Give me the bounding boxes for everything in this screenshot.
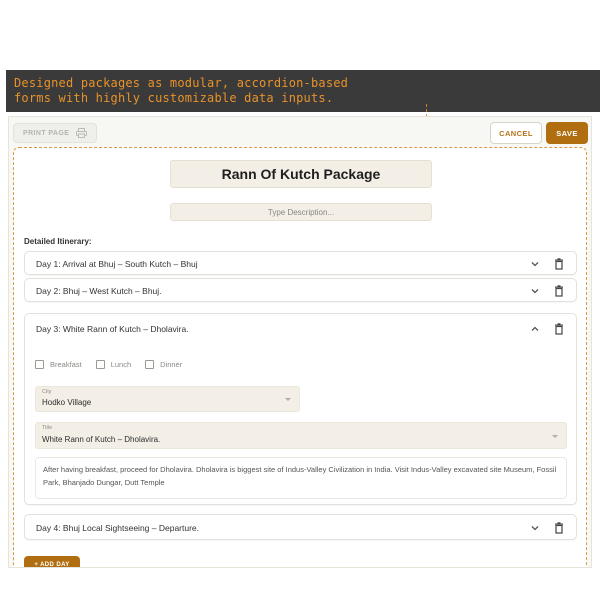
chevron-down-icon[interactable] (530, 259, 540, 269)
dinner-checkbox[interactable]: Dinner (145, 360, 182, 369)
city-field-label: City (42, 389, 52, 395)
day-title: Day 2: Bhuj – West Kutch – Bhuj. (36, 286, 162, 296)
annotation-callout: Designed packages as modular, accordion-… (6, 70, 600, 112)
checkbox-box[interactable] (145, 360, 155, 369)
day-title: Day 4: Bhuj Local Sightseeing – Departur… (36, 523, 200, 533)
checkbox-box[interactable] (35, 360, 44, 369)
package-description-field[interactable]: Type Description... (170, 203, 432, 221)
trash-icon[interactable] (554, 522, 564, 534)
title-field-label: Title (42, 425, 53, 431)
day-accordion-header[interactable]: Day 2: Bhuj – West Kutch – Bhuj. (25, 279, 576, 303)
caret-down-icon (285, 398, 291, 401)
printer-icon (76, 128, 87, 138)
trash-icon[interactable] (554, 285, 564, 297)
day-accordion-4[interactable]: Day 4: Bhuj Local Sightseeing – Departur… (24, 514, 577, 540)
print-page-label: PRINT PAGE (23, 129, 70, 137)
trash-icon[interactable] (554, 323, 564, 335)
print-page-button[interactable]: PRINT PAGE (13, 123, 97, 143)
meal-options: Breakfast Lunch Dinner (35, 360, 182, 369)
meal-label: Dinner (160, 360, 183, 369)
itinerary-heading: Detailed Itinerary: (24, 237, 92, 246)
annotation-line-2: forms with highly customizable data inpu… (14, 91, 334, 105)
annotation-line-1: Designed packages as modular, accordion-… (14, 76, 349, 90)
toolbar: PRINT PAGE CANCEL SAVE (9, 117, 591, 147)
chevron-down-icon[interactable] (530, 286, 540, 296)
trash-icon[interactable] (554, 258, 564, 270)
caret-down-icon (552, 435, 558, 438)
meal-label: Breakfast (50, 360, 82, 369)
lunch-checkbox[interactable]: Lunch (95, 360, 132, 369)
chevron-down-icon[interactable] (530, 523, 540, 533)
day-title-select[interactable]: Title White Rann of Kutch – Dholavira. (35, 422, 567, 449)
meal-label: Lunch (110, 360, 132, 369)
city-field-value: Hodko Village (42, 398, 92, 407)
day-accordion-header[interactable]: Day 3: White Rann of Kutch – Dholavira. (25, 314, 576, 344)
day-title: Day 3: White Rann of Kutch – Dholavira. (36, 324, 189, 334)
title-field-value: White Rann of Kutch – Dholavira. (42, 435, 161, 444)
package-title-field[interactable]: Rann Of Kutch Package (170, 160, 432, 188)
checkbox-box[interactable] (95, 360, 105, 369)
day-accordion-2[interactable]: Day 2: Bhuj – West Kutch – Bhuj. (24, 278, 577, 302)
day-accordion-3[interactable]: Day 3: White Rann of Kutch – Dholavira. … (24, 313, 577, 505)
day-accordion-header[interactable]: Day 1: Arrival at Bhuj – South Kutch – B… (25, 252, 576, 276)
chevron-up-icon[interactable] (530, 324, 540, 334)
day-accordion-1[interactable]: Day 1: Arrival at Bhuj – South Kutch – B… (24, 251, 577, 275)
city-select[interactable]: City Hodko Village (35, 386, 300, 412)
day-details-textarea[interactable]: After having breakfast, proceed for Dhol… (35, 457, 567, 499)
save-button[interactable]: SAVE (546, 122, 588, 144)
day-accordion-header[interactable]: Day 4: Bhuj Local Sightseeing – Departur… (25, 515, 576, 541)
cancel-button[interactable]: CANCEL (490, 122, 542, 144)
add-day-button[interactable]: + ADD DAY (24, 556, 80, 567)
package-form: Rann Of Kutch Package Type Description..… (13, 147, 587, 567)
day-title: Day 1: Arrival at Bhuj – South Kutch – B… (36, 259, 198, 269)
breakfast-checkbox[interactable]: Breakfast (35, 360, 82, 369)
package-editor: PRINT PAGE CANCEL SAVE Rann Of Kutch Pac… (8, 116, 592, 568)
